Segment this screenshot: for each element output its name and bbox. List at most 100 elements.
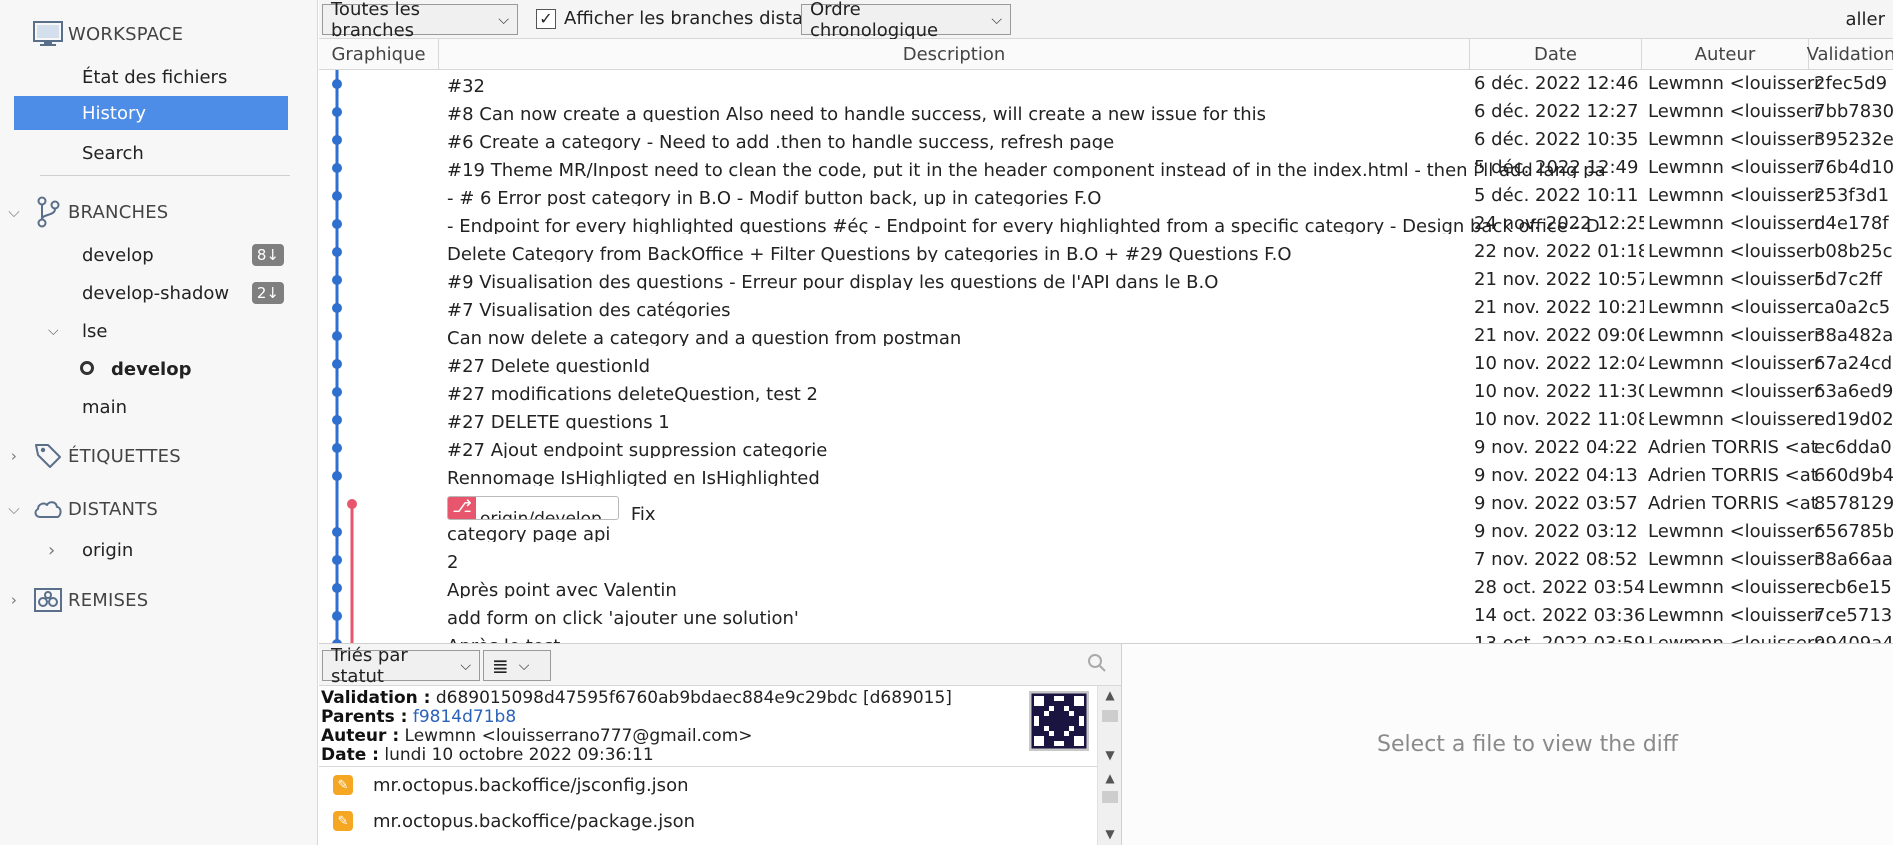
sidebar-item-file-status[interactable]: État des fichiers [14, 60, 288, 94]
commit-list[interactable]: #32 6 déc. 2022 12:46 Lewmnn <louisserr 2fe… [319, 70, 1893, 643]
commit-author: Lewmnn <louisserr [1648, 633, 1828, 643]
table-row[interactable]: #8 Can now create a question Also need t… [319, 98, 1893, 126]
files-scrollbar[interactable]: ▲ ▼ [1097, 767, 1121, 845]
table-row[interactable]: #6 Create a category - Need to add .then… [319, 126, 1893, 154]
commit-author: Lewmnn <louisserr [1648, 129, 1822, 150]
view-mode-dropdown[interactable]: ≣ ⌵ [483, 650, 551, 681]
diff-empty-message: Select a file to view the diff [1377, 732, 1678, 757]
commit-date: 9 nov. 2022 04:13 [1474, 465, 1638, 486]
table-row[interactable]: add form on click 'ajouter une solution'… [319, 602, 1893, 630]
sidebar-item-history[interactable]: History [14, 96, 288, 130]
scroll-up-icon[interactable]: ▲ [1098, 771, 1122, 785]
commit-author: Adrien TORRIS <at [1648, 437, 1818, 458]
commit-hash: d4e178f [1814, 213, 1889, 234]
column-header-description[interactable]: Description [439, 39, 1470, 70]
search-icon[interactable] [1087, 653, 1107, 678]
chevron-right-icon: › [10, 591, 18, 609]
section-remotes[interactable]: ⌵ DISTANTS [0, 491, 158, 527]
chevron-down-icon: ⌵ [460, 657, 471, 674]
file-item[interactable]: ✎ mr.octopus.backoffice/jsconfig.json [333, 769, 688, 801]
author-value: Lewmnn <louisserrano777@gmail.com> [404, 726, 753, 746]
table-row[interactable]: #27 Delete questionId 10 nov. 2022 12:04 L… [319, 350, 1893, 378]
commit-hash: 656785b [1814, 521, 1893, 542]
commit-author: Lewmnn <louisserr [1648, 213, 1822, 234]
sidebar-item-branch-develop[interactable]: develop 8↓ [14, 238, 288, 272]
column-header-date[interactable]: Date [1470, 39, 1642, 70]
commit-date: 21 nov. 2022 09:06 [1474, 325, 1644, 346]
file-item[interactable]: ✎ mr.octopus.backoffice/package.json [333, 805, 695, 837]
branch-icon [28, 196, 68, 228]
table-row[interactable]: category page api 9 nov. 2022 03:12 Lewmnn… [319, 518, 1893, 546]
commit-hash: 7ce5713 [1814, 605, 1893, 626]
table-row[interactable]: 27 nov. 2022 08:52 Lewmnn <louisserr 38a66… [319, 546, 1893, 574]
sidebar-item-search[interactable]: Search [14, 136, 288, 170]
commit-date: 9 nov. 2022 03:12 [1474, 521, 1638, 542]
monitor-icon [28, 20, 68, 48]
section-workspace[interactable]: WORKSPACE [0, 16, 183, 52]
scroll-down-icon[interactable]: ▼ [1098, 827, 1122, 841]
branch-filter-dropdown[interactable]: Toutes les branches ⌵ [322, 0, 518, 41]
commit-hash: ecb6e15 [1814, 577, 1892, 598]
sidebar-item-branch-main[interactable]: main [14, 390, 288, 424]
column-header-graph[interactable]: Graphique [319, 39, 439, 70]
sort-dropdown[interactable]: Triés par statut ⌵ [322, 645, 480, 687]
commit-author: Lewmnn <louisserr [1648, 577, 1822, 598]
table-row[interactable]: Can now delete a category and a question… [319, 322, 1893, 350]
commit-hash: d689015098d47595f6760ab9bdaec884e9c29bdc… [435, 688, 952, 708]
commit-date: 10 nov. 2022 11:08 [1474, 409, 1644, 430]
scroll-down-icon[interactable]: ▼ [1098, 748, 1122, 762]
table-row[interactable]: #7 Visualisation des catégories 21 nov. 2… [319, 294, 1893, 322]
sidebar-item-branch-develop-shadow[interactable]: develop-shadow 2↓ [14, 276, 288, 310]
scroll-up-icon[interactable]: ▲ [1098, 688, 1122, 702]
behind-badge: 2↓ [251, 282, 284, 304]
sidebar: WORKSPACE État des fichiers History Sear… [0, 0, 318, 845]
section-label: DISTANTS [68, 498, 158, 520]
chevron-down-icon: ⌵ [8, 500, 20, 518]
goto-button[interactable]: aller [1845, 9, 1885, 30]
commit-hash: 7bb7830 [1814, 101, 1893, 122]
sidebar-item-remote-origin[interactable]: › origin [14, 533, 288, 567]
table-row[interactable]: #27 DELETE questions 1 10 nov. 2022 11:08… [319, 406, 1893, 434]
commit-date: 21 nov. 2022 10:21 [1474, 297, 1644, 318]
sidebar-folder-lse[interactable]: ⌵ lse [14, 314, 288, 348]
commit-date: 28 oct. 2022 03:54 [1474, 577, 1644, 598]
commit-date: 14 oct. 2022 03:36 [1474, 605, 1644, 626]
avatar [1029, 690, 1089, 752]
commit-hash: 253f3d1 [1814, 185, 1890, 206]
table-row[interactable]: #27 modifications deleteQuestion, test 2… [319, 378, 1893, 406]
section-stashes[interactable]: › REMISES [0, 582, 148, 618]
commit-date: 10 nov. 2022 11:30 [1474, 381, 1644, 402]
table-row[interactable]: - Endpoint for every highlighted questio… [319, 210, 1893, 238]
commit-author: Adrien TORRIS <at [1648, 493, 1818, 514]
chevron-down-icon: ⌵ [991, 11, 1002, 28]
table-row[interactable]: #32 6 déc. 2022 12:46 Lewmnn <louisserr 2fe… [319, 70, 1893, 98]
info-scrollbar[interactable]: ▲ ▼ [1097, 686, 1121, 767]
remote-branch-tag[interactable]: ⎇origin/develop [447, 496, 619, 520]
sidebar-item-branch-lse-develop[interactable]: develop [14, 352, 288, 386]
table-row[interactable]: - # 6 Error post category in B.O - Modif… [319, 182, 1893, 210]
table-row[interactable]: #19 Theme MR/Inpost need to clean the co… [319, 154, 1893, 182]
table-row[interactable]: Rennomage IsHighligted en IsHighlighted 9… [319, 462, 1893, 490]
column-header-author[interactable]: Auteur [1642, 39, 1809, 70]
table-row[interactable]: Après le test13 oct. 2022 03:59Lewmnn <l… [319, 630, 1893, 643]
table-row[interactable]: ⎇origin/develop Fix 9 nov. 2022 03:57 Adrie… [319, 490, 1893, 522]
order-dropdown[interactable]: Ordre chronologique ⌵ [801, 0, 1011, 41]
details-toolbar: Triés par statut ⌵ ≣ ⌵ [319, 644, 1121, 687]
section-tags[interactable]: › ÉTIQUETTES [0, 438, 181, 474]
commit-date: 6 déc. 2022 10:35 [1474, 129, 1639, 150]
table-row[interactable]: #9 Visualisation des questions - Erreur … [319, 266, 1893, 294]
table-row[interactable]: Delete Category from BackOffice + Filter… [319, 238, 1893, 266]
table-row[interactable]: Après point avec Valentin 28 oct. 2022 03… [319, 574, 1893, 602]
commit-details-pane: Triés par statut ⌵ ≣ ⌵ Validation : d689… [319, 643, 1121, 845]
tag-icon [28, 441, 68, 471]
show-remote-branches-checkbox[interactable]: ✓ Afficher les branches distantes [536, 8, 842, 29]
section-branches[interactable]: ⌵ BRANCHES [0, 194, 168, 230]
parent-link[interactable]: f9814d71b8 [413, 707, 516, 727]
chevron-down-icon: ⌵ [48, 323, 59, 339]
commit-info: Validation : d689015098d47595f6760ab9bda… [319, 686, 1121, 767]
table-row[interactable]: #27 Ajout endpoint suppression categorie… [319, 434, 1893, 462]
commit-hash: 660d9b4 [1814, 465, 1893, 486]
column-headers: Graphique Description Date Auteur Valida… [319, 39, 1893, 70]
column-header-commit[interactable]: Validation [1807, 39, 1893, 70]
cloud-icon [28, 497, 68, 521]
